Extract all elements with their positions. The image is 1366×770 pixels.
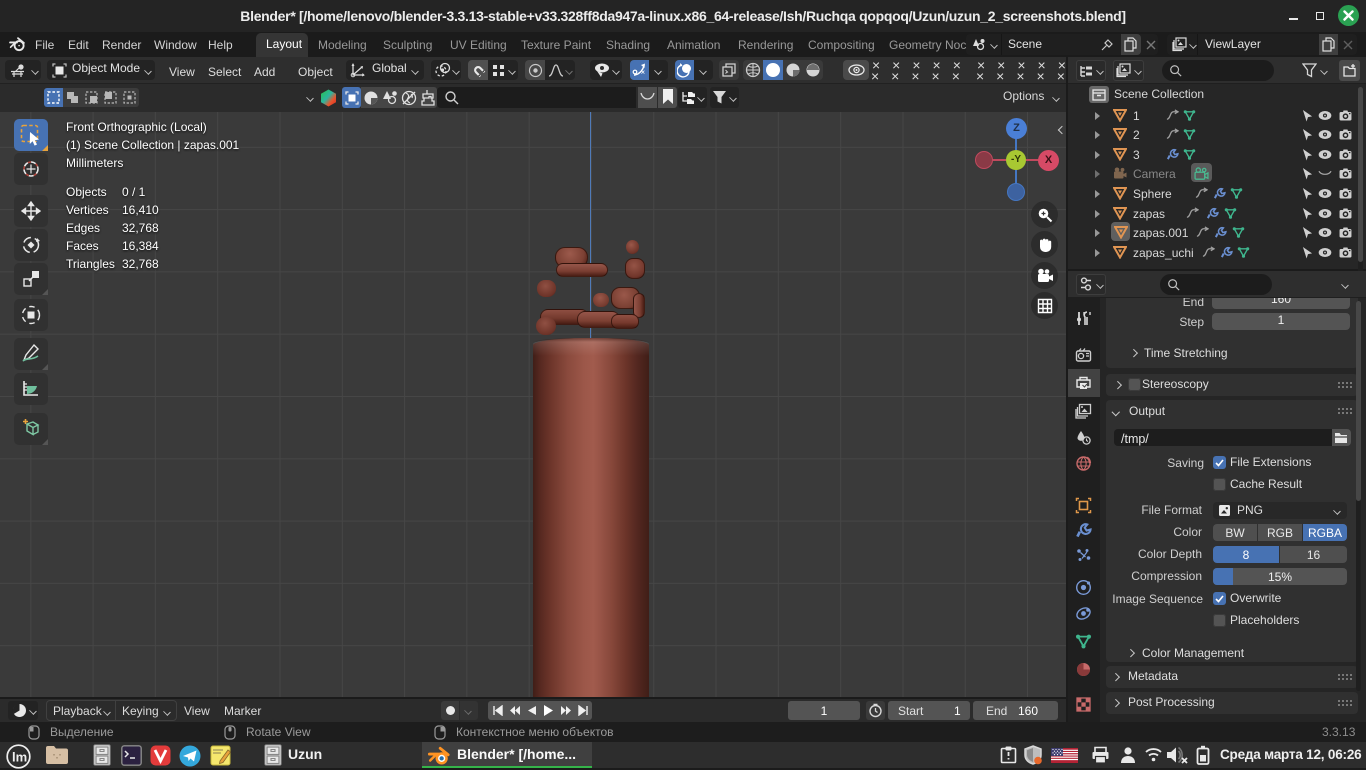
svg-text:lm: lm (12, 750, 27, 765)
